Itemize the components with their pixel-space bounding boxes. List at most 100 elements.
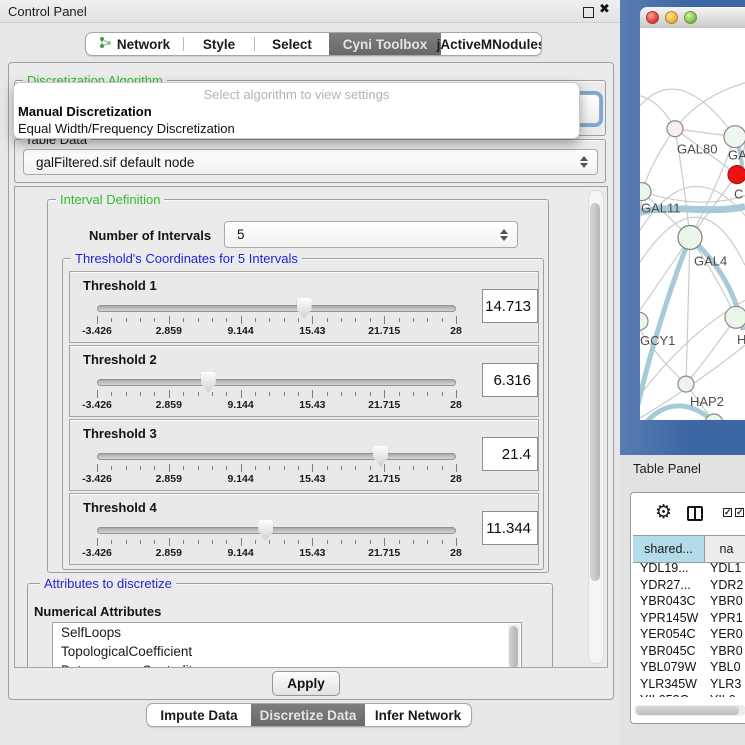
tab-network[interactable]: Network <box>86 33 183 55</box>
tick-mark <box>355 318 356 322</box>
network-node-label: HAP2 <box>690 394 724 409</box>
table-row[interactable]: YBL079WYBL0 <box>633 660 745 677</box>
network-window-titlebar[interactable] <box>640 7 745 29</box>
table-horizontal-scrollbar[interactable] <box>634 705 745 716</box>
tick-mark <box>169 390 170 398</box>
threshold-value-field[interactable]: 6.316 <box>482 363 538 397</box>
network-node-gal4[interactable] <box>678 225 702 249</box>
scrollbar-thumb[interactable] <box>590 203 600 581</box>
tick-mark <box>284 318 285 322</box>
threshold-value-field[interactable]: 11.344 <box>482 511 538 545</box>
tab-label: Network <box>117 37 170 52</box>
interval-definition-group: Interval Definition Number of Intervals … <box>47 199 549 573</box>
tab-style[interactable]: Style <box>184 33 254 55</box>
threshold-slider-thumb[interactable] <box>373 446 388 467</box>
tick-label: 28 <box>428 547 484 559</box>
close-traffic-light-icon[interactable] <box>646 11 659 24</box>
table-row[interactable]: YIL052CYIL0 <box>633 693 745 697</box>
tab-select[interactable]: Select <box>255 33 329 55</box>
tick-mark <box>154 318 155 322</box>
column-header-shared[interactable]: shared... <box>633 536 705 562</box>
float-window-icon[interactable] <box>583 7 594 18</box>
close-icon[interactable]: ✖ <box>599 2 610 17</box>
table-data-group: Table Data galFiltered.sif default node <box>14 139 606 183</box>
table-row[interactable]: YBR043CYBR0 <box>633 594 745 611</box>
tick-mark <box>341 540 342 544</box>
network-node-hap2[interactable] <box>678 376 694 392</box>
cell-shared-name: YPR145W <box>633 611 705 628</box>
algorithm-placeholder-option[interactable]: Select algorithm to view settings <box>14 86 579 103</box>
panel-vertical-scrollbar[interactable] <box>588 190 604 664</box>
apply-button[interactable]: Apply <box>272 671 340 696</box>
tick-mark <box>327 540 328 544</box>
cell-name: YBL0 <box>705 660 745 677</box>
thresholds-group: Threshold's Coordinates for 5 Intervals … <box>62 258 544 570</box>
tick-label: 2.859 <box>141 473 197 485</box>
tick-mark <box>355 392 356 396</box>
tab-discretize-data[interactable]: Discretize Data <box>251 704 365 726</box>
network-edge <box>642 129 675 192</box>
window-title: Control Panel <box>8 4 87 19</box>
column-header-name[interactable]: na <box>705 536 745 562</box>
network-node-label: GAL80 <box>677 142 717 157</box>
tab-impute-data[interactable]: Impute Data <box>147 704 251 726</box>
table-data-select[interactable]: galFiltered.sif default node <box>23 149 598 175</box>
checkbox-icon[interactable]: ✓ <box>735 508 744 517</box>
settings-scroll-panel: Interval Definition Number of Intervals … <box>14 186 608 668</box>
number-of-intervals-select[interactable]: 5 <box>224 221 518 248</box>
numerical-attributes-list[interactable]: SelfLoopsTopologicalCoefficientBetweenne… <box>52 622 522 668</box>
tab-cyni-toolbox[interactable]: Cyni Toolbox <box>329 33 441 55</box>
tick-mark <box>341 466 342 470</box>
table-row[interactable]: YLR345WYLR3 <box>633 677 745 694</box>
threshold-label: Threshold 3 <box>83 426 157 441</box>
network-node-h[interactable] <box>725 306 745 328</box>
threshold-slider-thumb[interactable] <box>258 520 273 541</box>
tick-label: 9.144 <box>213 473 269 485</box>
threshold-slider-track[interactable] <box>97 527 456 534</box>
tick-mark <box>226 392 227 396</box>
threshold-slider-track[interactable] <box>97 379 456 386</box>
columns-icon[interactable] <box>687 506 703 521</box>
tab-jactivemnodules[interactable]: jActiveMNodules <box>441 33 541 55</box>
number-of-intervals-label: Number of Intervals <box>89 228 211 243</box>
network-node-c[interactable] <box>728 166 745 184</box>
zoom-traffic-light-icon[interactable] <box>684 11 697 24</box>
network-node-gcy1[interactable] <box>640 312 648 330</box>
threshold-value-field[interactable]: 14.713 <box>482 289 538 323</box>
tick-label: 15.43 <box>284 547 340 559</box>
gear-icon[interactable]: ⚙ <box>655 502 672 522</box>
network-node-ga[interactable] <box>724 126 745 148</box>
network-node-gal80[interactable] <box>667 121 683 137</box>
table-row[interactable]: YBR045CYBR0 <box>633 644 745 661</box>
minimize-traffic-light-icon[interactable] <box>665 11 678 24</box>
attributes-list-scrollbar[interactable] <box>508 624 520 668</box>
threshold-slider-track[interactable] <box>97 305 456 312</box>
scrollbar-thumb[interactable] <box>636 706 739 715</box>
tick-mark <box>442 318 443 322</box>
attribute-list-item[interactable]: TopologicalCoefficient <box>53 642 521 661</box>
network-view-canvas[interactable]: GAL80GACGAL11GAL4GCY1HHAP2 <box>640 28 745 420</box>
threshold-slider-thumb[interactable] <box>297 298 312 319</box>
attributes-legend: Attributes to discretize <box>40 576 176 591</box>
tick-label: 2.859 <box>141 325 197 337</box>
attribute-list-item[interactable]: SelfLoops <box>53 623 521 642</box>
table-row[interactable]: YER054CYER0 <box>633 627 745 644</box>
tick-mark <box>442 540 443 544</box>
network-node-label: GAL4 <box>694 253 727 268</box>
algorithm-option-equal-width[interactable]: Equal Width/Frequency Discretization <box>14 120 579 137</box>
threshold-value-field[interactable]: 21.4 <box>482 437 538 471</box>
checkbox-icon[interactable]: ✓ <box>723 508 732 517</box>
tick-label: -3.426 <box>69 399 125 411</box>
tick-mark <box>370 392 371 396</box>
table-row[interactable]: YPR145WYPR1 <box>633 611 745 628</box>
table-row[interactable]: YDR27...YDR2 <box>633 578 745 595</box>
table-row[interactable]: YDL19...YDL1 <box>633 561 745 578</box>
network-node-label: GAL11 <box>641 201 680 216</box>
threshold-row: Threshold 4-3.4262.8599.14415.4321.71528… <box>69 493 539 565</box>
threshold-slider-thumb[interactable] <box>201 372 216 393</box>
tick-label: 15.43 <box>284 399 340 411</box>
tab-infer-network[interactable]: Infer Network <box>365 704 471 726</box>
threshold-slider-track[interactable] <box>97 453 456 460</box>
algorithm-option-manual[interactable]: Manual Discretization <box>14 103 579 120</box>
attribute-list-item[interactable]: BetweennessCentrality <box>53 661 521 668</box>
